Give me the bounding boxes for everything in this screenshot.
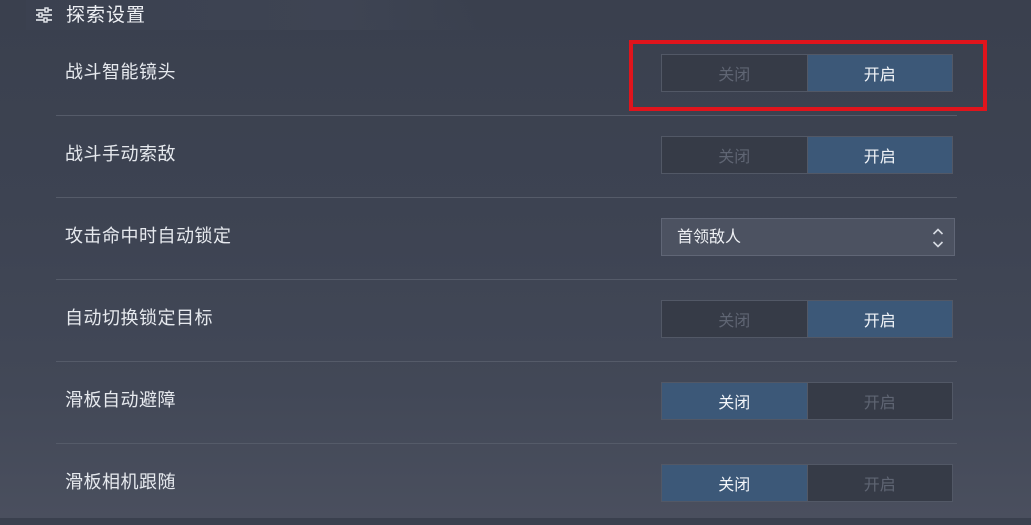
setting-label: 自动切换锁定目标: [65, 308, 213, 329]
settings-list: 战斗智能镜头 关闭 开启 战斗手动索敌 关闭 开启 攻击命中时自动锁定 首领敌人…: [56, 34, 957, 525]
setting-label: 战斗智能镜头: [65, 62, 176, 83]
section-title: 探索设置: [66, 4, 147, 26]
up-down-arrows-icon: [932, 225, 944, 251]
setting-label: 攻击命中时自动锁定: [65, 226, 232, 247]
option-off[interactable]: 关闭: [662, 465, 808, 501]
setting-row-combat-smart-camera: 战斗智能镜头 关闭 开启: [56, 34, 957, 116]
auto-lock-dropdown[interactable]: 首领敌人: [661, 218, 955, 256]
section-header: 探索设置: [26, 0, 481, 30]
option-on[interactable]: 开启: [807, 55, 952, 91]
option-off[interactable]: 关闭: [662, 137, 808, 173]
option-on[interactable]: 开启: [807, 383, 952, 419]
setting-label: 战斗手动索敌: [65, 144, 176, 165]
dropdown-value: 首领敌人: [677, 227, 742, 246]
option-on[interactable]: 开启: [807, 301, 952, 337]
setting-row-manual-target: 战斗手动索敌 关闭 开启: [56, 116, 957, 198]
toggle-combat-smart-camera: 关闭 开启: [661, 54, 953, 92]
option-off[interactable]: 关闭: [662, 383, 808, 419]
toggle-skateboard-camera: 关闭 开启: [661, 464, 953, 502]
toggle-auto-switch-target: 关闭 开启: [661, 300, 953, 338]
sliders-icon: [35, 6, 53, 24]
setting-label: 滑板相机跟随: [65, 472, 176, 493]
setting-label: 滑板自动避障: [65, 390, 176, 411]
setting-row-auto-lock-on-hit: 攻击命中时自动锁定 首领敌人: [56, 198, 957, 280]
setting-row-auto-switch-target: 自动切换锁定目标 关闭 开启: [56, 280, 957, 362]
option-off[interactable]: 关闭: [662, 301, 808, 337]
option-off[interactable]: 关闭: [662, 55, 808, 91]
option-on[interactable]: 开启: [807, 465, 952, 501]
setting-row-skateboard-avoid: 滑板自动避障 关闭 开启: [56, 362, 957, 444]
setting-row-skateboard-camera: 滑板相机跟随 关闭 开启: [56, 444, 957, 525]
toggle-manual-target: 关闭 开启: [661, 136, 953, 174]
option-on[interactable]: 开启: [807, 137, 952, 173]
toggle-skateboard-avoid: 关闭 开启: [661, 382, 953, 420]
